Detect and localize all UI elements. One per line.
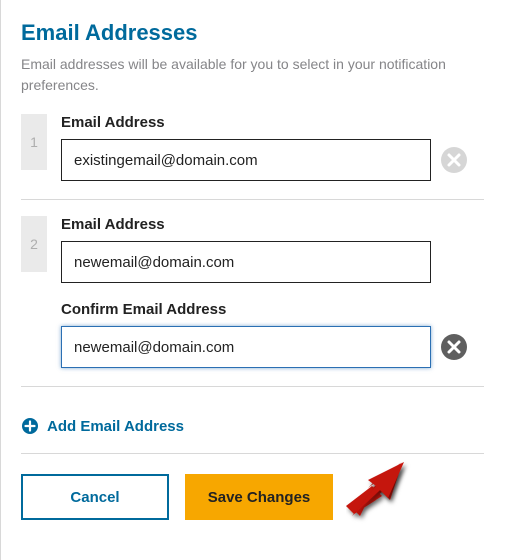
email-input[interactable] bbox=[61, 139, 431, 181]
email-entry: 2 Email Address Confirm Email Address bbox=[21, 216, 484, 386]
delete-icon[interactable] bbox=[441, 147, 467, 173]
divider bbox=[21, 386, 484, 387]
confirm-email-input[interactable] bbox=[61, 326, 431, 368]
entry-index-badge: 2 bbox=[21, 216, 47, 272]
add-email-row[interactable]: Add Email Address bbox=[21, 403, 484, 453]
email-entry: 1 Email Address bbox=[21, 114, 484, 199]
divider bbox=[21, 453, 484, 454]
plus-circle-icon bbox=[21, 417, 39, 435]
email-address-label: Email Address bbox=[61, 114, 484, 131]
page-title: Email Addresses bbox=[21, 20, 484, 46]
confirm-email-label: Confirm Email Address bbox=[61, 301, 484, 318]
cancel-button[interactable]: Cancel bbox=[21, 474, 169, 520]
add-email-link[interactable]: Add Email Address bbox=[47, 418, 184, 435]
email-input[interactable] bbox=[61, 241, 431, 283]
delete-icon[interactable] bbox=[441, 334, 467, 360]
page-description: Email addresses will be available for yo… bbox=[21, 54, 484, 96]
save-button[interactable]: Save Changes bbox=[185, 474, 333, 520]
divider bbox=[21, 199, 484, 200]
entry-index-badge: 1 bbox=[21, 114, 47, 170]
email-address-label: Email Address bbox=[61, 216, 484, 233]
